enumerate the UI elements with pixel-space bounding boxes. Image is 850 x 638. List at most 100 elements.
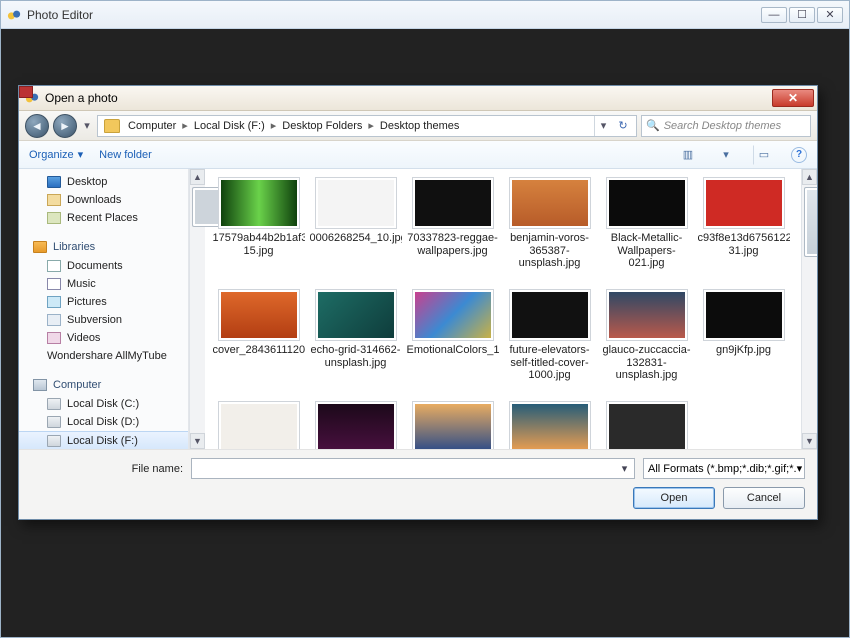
file-item[interactable]: Black-Metallic-Wallpapers-021.jpg [599,177,694,289]
file-thumbnail [606,177,688,229]
scroll-up-icon[interactable]: ▲ [802,169,817,185]
file-thumbnail [703,177,785,229]
file-item[interactable]: gn9jKfp.jpg [696,289,791,401]
navigation-bar: ◄ ► ▾ Computer▸ Local Disk (F:)▸ Desktop… [19,111,817,141]
dialog-titlebar[interactable]: Open a photo ✕ [19,86,817,111]
file-grid[interactable]: 17579ab44b2b1af3491ee458297202 15.jpg000… [205,169,801,449]
organize-menu[interactable]: Organize ▾ [29,148,83,161]
file-thumbnail [412,177,494,229]
organize-label: Organize [29,149,74,161]
file-item[interactable] [211,401,306,449]
nav-group-libraries[interactable]: Libraries [19,237,188,257]
nav-subversion[interactable]: Subversion [19,311,188,329]
file-thumbnail [509,401,591,449]
nav-label: Subversion [67,314,122,326]
filename-dropdown[interactable]: ▾ [617,461,632,476]
open-button[interactable]: Open [633,487,715,509]
forward-button[interactable]: ► [53,114,77,138]
breadcrumb[interactable]: Computer▸ Local Disk (F:)▸ Desktop Folde… [97,115,637,137]
file-item[interactable]: echo-grid-314662-unsplash.jpg [308,289,403,401]
scroll-up-icon[interactable]: ▲ [190,169,205,185]
file-name: cover_284361112016_r.jpg [213,344,305,357]
filename-input[interactable]: ▾ [191,458,635,479]
file-item[interactable] [308,401,403,449]
scrollbar-thumb[interactable] [804,187,817,257]
nav-label: Downloads [67,194,121,206]
nav-recent-places[interactable]: Recent Places [19,209,188,227]
scroll-down-icon[interactable]: ▼ [190,433,205,449]
nav-wondershare[interactable]: Wondershare AllMyTube [19,347,188,365]
nav-label: Local Disk (C:) [67,398,139,410]
file-type-filter[interactable]: All Formats (*.bmp;*.dib;*.gif;*. ▾ [643,458,805,479]
help-button[interactable]: ? [791,147,807,163]
nav-group-label-text: Libraries [53,241,95,253]
nav-desktop[interactable]: Desktop [19,173,188,191]
preview-pane-button[interactable]: ▭ [753,145,775,165]
filegrid-scrollbar[interactable]: ▲ ▼ [801,169,817,449]
back-button[interactable]: ◄ [25,114,49,138]
nav-label: Desktop [67,176,107,188]
file-name: Black-Metallic-Wallpapers-021.jpg [601,232,693,270]
navigation-pane[interactable]: Desktop Downloads Recent Places Librarie… [19,169,189,449]
navpane-scrollbar[interactable]: ▲ ▼ [189,169,205,449]
file-item[interactable] [502,401,597,449]
file-thumbnail [315,177,397,229]
file-item[interactable]: 70337823-reggae-wallpapers.jpg [405,177,500,289]
file-name: benjamin-voros-365387-unsplash.jpg [504,232,596,270]
file-name: 70337823-reggae-wallpapers.jpg [407,232,499,257]
app-close-button[interactable]: ✕ [817,7,843,23]
file-item[interactable]: 17579ab44b2b1af3491ee458297202 15.jpg [211,177,306,289]
app-minimize-button[interactable]: — [761,7,787,23]
nav-group-computer[interactable]: Computer [19,375,188,395]
file-name: echo-grid-314662-unsplash.jpg [310,344,402,369]
crumb-computer[interactable]: Computer [124,120,180,132]
nav-drive-d[interactable]: Local Disk (D:) [19,413,188,431]
file-item[interactable]: 0006268254_10.jpg [308,177,403,289]
nav-downloads[interactable]: Downloads [19,191,188,209]
crumb-desktop-folders[interactable]: Desktop Folders [278,120,366,132]
desktop-icon [47,176,61,188]
videos-icon [47,332,61,344]
dialog-close-button[interactable]: ✕ [772,89,814,107]
refresh-button[interactable]: ↻ [612,116,634,136]
app-maximize-button[interactable]: ☐ [789,7,815,23]
file-item[interactable]: future-elevators-self-titled-cover-1000.… [502,289,597,401]
cancel-button[interactable]: Cancel [723,487,805,509]
file-item[interactable]: glauco-zuccaccia-132831-unsplash.jpg [599,289,694,401]
file-item[interactable]: c93f8e13d6756122a82c9cb57eaf97 31.jpg [696,177,791,289]
dialog-main: Desktop Downloads Recent Places Librarie… [19,169,817,450]
nav-documents[interactable]: Documents [19,257,188,275]
chevron-right-icon: ▸ [366,119,376,132]
view-mode-button[interactable]: ▥ [677,145,699,165]
app-logo-icon [7,8,21,22]
file-thumbnail [218,289,300,341]
file-name: 17579ab44b2b1af3491ee458297202 15.jpg [213,232,305,257]
file-item[interactable] [405,401,500,449]
file-item[interactable]: EmotionalColors_1000_RGB.jpg [405,289,500,401]
nav-group-label-text: Computer [53,379,101,391]
dialog-bottom-bar: File name: ▾ All Formats (*.bmp;*.dib;*.… [19,450,817,519]
file-thumbnail [412,401,494,449]
file-item[interactable] [599,401,694,449]
file-item[interactable]: benjamin-voros-365387-unsplash.jpg [502,177,597,289]
breadcrumb-dropdown[interactable]: ▾ [594,116,612,136]
crumb-local-disk-f[interactable]: Local Disk (F:) [190,120,269,132]
new-folder-button[interactable]: New folder [99,149,152,161]
nav-pictures[interactable]: Pictures [19,293,188,311]
scroll-down-icon[interactable]: ▼ [802,433,817,449]
nav-label: Recent Places [67,212,138,224]
nav-drive-c[interactable]: Local Disk (C:) [19,395,188,413]
crumb-desktop-themes[interactable]: Desktop themes [376,120,463,132]
nav-music[interactable]: Music [19,275,188,293]
downloads-icon [47,194,61,206]
nav-drive-f[interactable]: Local Disk (F:) [19,431,188,449]
file-item[interactable]: cover_284361112016_r.jpg [211,289,306,401]
filter-text: All Formats (*.bmp;*.dib;*.gif;*. [648,463,797,475]
app-title: Photo Editor [27,8,93,22]
nav-history-dropdown[interactable]: ▾ [81,115,93,137]
app-titlebar[interactable]: Photo Editor — ☐ ✕ [1,1,849,29]
nav-label: Local Disk (F:) [67,435,138,447]
view-mode-dropdown[interactable]: ▾ [715,145,737,165]
search-input[interactable]: 🔍 Search Desktop themes [641,115,811,137]
nav-videos[interactable]: Videos [19,329,188,347]
